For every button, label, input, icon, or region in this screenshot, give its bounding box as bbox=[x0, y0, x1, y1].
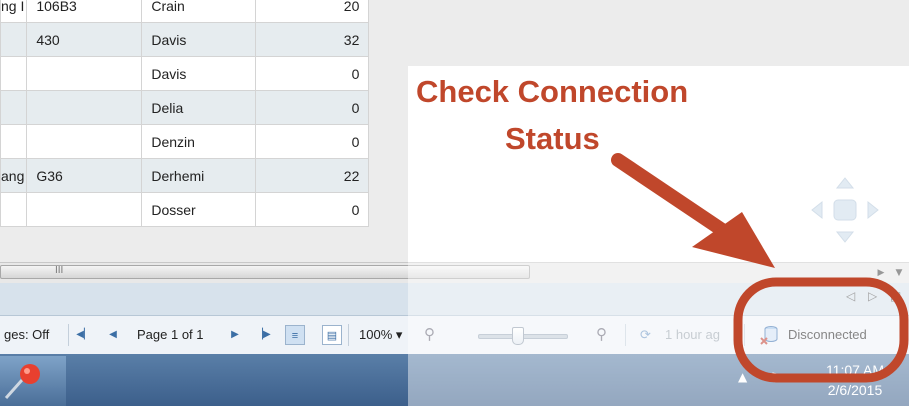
annotation-highlight-ring bbox=[733, 277, 909, 383]
annotation-overlay bbox=[611, 153, 909, 383]
